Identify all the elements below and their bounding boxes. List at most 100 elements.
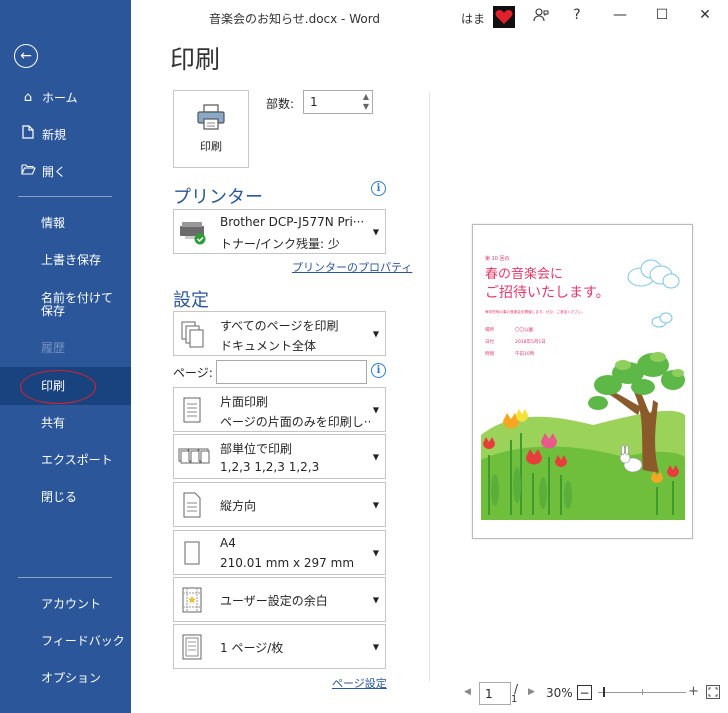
collate-icon (178, 443, 210, 471)
preview-headline-1: 春の音楽会に (485, 267, 564, 282)
info-icon[interactable]: i (371, 181, 386, 196)
preview-row-label: 日付 (485, 340, 494, 345)
zoom-slider-tick (642, 689, 643, 695)
sidebar-divider (18, 196, 112, 197)
back-arrow-icon[interactable]: ← (14, 44, 38, 68)
maximize-icon[interactable]: ☐ (651, 7, 673, 23)
sidebar-item-label: 閉じる (41, 489, 78, 504)
preview-row-label: 場所 (485, 328, 494, 333)
preview-headline-2: ご招待いたします。 (485, 285, 610, 301)
close-icon[interactable]: ✕ (694, 7, 716, 23)
next-page-icon[interactable]: ▶ (528, 687, 535, 697)
chevron-down-icon: ▼ (372, 595, 379, 604)
preview-row-value: 2018年5月1日 (515, 340, 546, 345)
sidebar-item-label: 情報 (41, 215, 66, 230)
preview-intro: 毎年恒例の春の音楽会を開催します。ぜひ、ご参加ください。 (485, 310, 586, 314)
page-number-input[interactable]: 1 (479, 682, 511, 705)
chevron-down-icon: ▼ (372, 500, 379, 509)
margins-dropdown[interactable]: ユーザー設定の余白 ▼ (173, 577, 386, 622)
chevron-up-icon[interactable]: ▲ (363, 92, 369, 102)
sidebar-item-label: 上書き保存 (41, 252, 102, 267)
printer-dropdown[interactable]: Brother DCP-J577N Pri··· トナー/インク残量: 少 ▼ (173, 209, 386, 254)
sidebar-item-label: エクスポート (41, 452, 113, 467)
sidebar-item-export[interactable]: エクスポート (0, 445, 131, 475)
sidebar-item-save[interactable]: 上書き保存 (0, 245, 131, 275)
zoom-out-button[interactable]: − (577, 685, 592, 700)
zoom-level[interactable]: 30% (546, 686, 573, 700)
sidebar-item-open[interactable]: 開く (0, 156, 131, 186)
sidebar-item-share[interactable]: 共有 (0, 408, 131, 438)
settings-heading: 設定 (173, 290, 209, 311)
panel-divider (429, 92, 430, 682)
backstage-sidebar: ← ⌂ ホーム 新規 開く 情報 上書き保存 名前を付けて保存 履歴 印刷 共有… (0, 0, 131, 713)
sidebar-item-info[interactable]: 情報 (0, 208, 131, 238)
print-range-dropdown[interactable]: すべてのページを印刷 ドキュメント全体 ▼ (173, 311, 386, 356)
sidebar-item-save-as[interactable]: 名前を付けて保存 (0, 285, 131, 325)
new-document-icon (20, 125, 36, 143)
minimize-icon[interactable]: — (609, 7, 631, 23)
avatar[interactable] (493, 6, 515, 28)
pages-input[interactable] (216, 360, 367, 384)
copies-spinner[interactable]: ▲ ▼ (363, 92, 369, 112)
zoom-in-button[interactable]: + (688, 684, 699, 699)
pages-per-sheet-icon (180, 633, 204, 661)
sidebar-item-close[interactable]: 閉じる (0, 482, 131, 512)
preview-row: 時間 午前10時 (485, 349, 546, 361)
printer-status: トナー/インク残量: 少 (220, 237, 340, 251)
sidebar-item-home[interactable]: ⌂ ホーム (0, 82, 131, 112)
portrait-icon (180, 491, 204, 519)
copies-label: 部数: (266, 97, 295, 111)
setting-line1: ユーザー設定の余白 (220, 594, 328, 608)
previous-page-icon[interactable]: ◀ (464, 687, 471, 697)
preview-row-label: 時間 (485, 352, 494, 357)
sidebar-item-label: 開く (42, 164, 67, 179)
preview-small-heading: 第 10 回の (485, 256, 510, 262)
annotation-circle (20, 370, 96, 404)
chevron-down-icon: ▼ (372, 405, 379, 414)
document-title: 音楽会のお知らせ.docx - Word (209, 12, 381, 26)
preview-details: 場所 〇〇公園 日付 2018年5月1日 時間 午前10時 (485, 325, 546, 361)
sidebar-item-label: アカウント (41, 596, 102, 611)
sidebar-item-label: 名前を付けて保存 (41, 291, 114, 318)
user-name[interactable]: はま (461, 10, 485, 27)
preview-row: 場所 〇〇公園 (485, 325, 546, 337)
print-button-label: 印刷 (200, 140, 222, 153)
sidebar-item-account[interactable]: アカウント (0, 589, 131, 619)
one-sided-icon (180, 396, 204, 424)
setting-line2: ドキュメント全体 (220, 339, 317, 353)
printer-properties-link[interactable]: プリンターのプロパティ (292, 259, 412, 275)
open-folder-icon (20, 163, 36, 179)
preview-navigation: ◀ 1 / 1 ▶ 30% − + (460, 682, 728, 706)
coauthoring-icon[interactable] (530, 7, 552, 27)
preview-row-value: 午前10時 (515, 352, 535, 357)
help-icon[interactable]: ? (566, 7, 588, 23)
page-title: 印刷 (170, 45, 221, 74)
orientation-dropdown[interactable]: 縦方向 ▼ (173, 482, 386, 527)
chevron-down-icon[interactable]: ▼ (363, 102, 369, 112)
sidebar-divider (18, 577, 112, 578)
sidebar-item-options[interactable]: オプション (0, 663, 131, 693)
cloud-icon (627, 259, 680, 328)
pages-per-sheet-dropdown[interactable]: 1 ページ/枚 ▼ (173, 624, 386, 669)
sidebar-item-new[interactable]: 新規 (0, 119, 131, 149)
info-icon[interactable]: i (371, 363, 386, 378)
print-button[interactable]: 印刷 (173, 90, 249, 168)
page-setup-link[interactable]: ページ設定 (332, 675, 387, 691)
print-preview-page: 第 10 回の 春の音楽会に ご招待いたします。 毎年恒例の春の音楽会を開催しま… (472, 224, 693, 539)
setting-line1: 片面印刷 (220, 395, 269, 409)
paper-size-dropdown[interactable]: A4 210.01 mm x 297 mm ▼ (173, 530, 386, 575)
sides-dropdown[interactable]: 片面印刷 ページの片面のみを印刷し··· ▼ (173, 387, 386, 432)
printer-icon (197, 104, 225, 130)
sidebar-item-feedback[interactable]: フィードバック (0, 626, 131, 656)
chevron-down-icon: ▼ (372, 642, 379, 651)
sidebar-item-label: 履歴 (41, 340, 66, 355)
copies-value: 1 (310, 95, 318, 109)
zoom-to-page-icon[interactable] (706, 685, 720, 699)
printer-heading: プリンター (173, 187, 263, 208)
chevron-down-icon: ▼ (372, 227, 379, 236)
setting-line2: ページの片面のみを印刷し··· (220, 415, 370, 429)
printer-device-icon (178, 218, 208, 246)
zoom-slider-thumb[interactable] (603, 687, 605, 697)
collate-dropdown[interactable]: 部単位で印刷 1,2,3 1,2,3 1,2,3 ▼ (173, 434, 386, 479)
copies-input[interactable]: 1 ▲ ▼ (303, 90, 373, 114)
